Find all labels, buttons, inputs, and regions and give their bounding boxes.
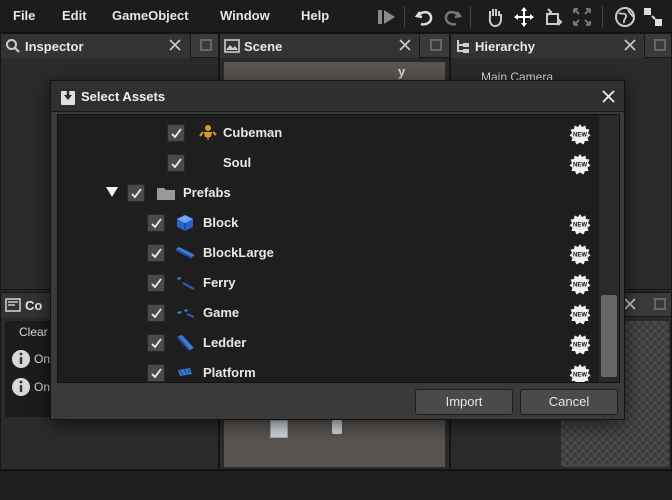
import-button[interactable]: Import — [415, 389, 513, 415]
close-icon[interactable] — [601, 89, 616, 104]
asset-row-ledder[interactable]: Ledder NEW — [58, 327, 598, 357]
checkbox[interactable] — [147, 364, 165, 382]
expand-triangle-icon[interactable] — [106, 187, 118, 198]
svg-text:NEW: NEW — [573, 343, 587, 349]
scrollbar-thumb[interactable] — [601, 295, 617, 377]
cancel-button[interactable]: Cancel — [520, 389, 618, 415]
asset-label: Ledder — [203, 335, 247, 350]
checkbox[interactable] — [147, 214, 165, 232]
asset-row-prefabs-folder[interactable]: Prefabs — [58, 177, 598, 207]
asset-label: Cubeman — [223, 125, 283, 140]
character-icon — [199, 125, 217, 141]
checkbox[interactable] — [167, 124, 185, 142]
asset-label: Game — [203, 305, 240, 320]
asset-row-cubeman[interactable]: Cubeman NEW — [58, 117, 598, 147]
new-badge-icon: NEW — [569, 274, 591, 295]
checkbox[interactable] — [167, 154, 185, 172]
prefab-icon — [178, 368, 192, 376]
new-badge-icon: NEW — [569, 214, 591, 235]
svg-text:NEW: NEW — [573, 373, 587, 379]
prefab-icon — [176, 247, 195, 259]
asset-row-blocklarge[interactable]: BlockLarge NEW — [58, 237, 598, 267]
asset-label: Ferry — [203, 275, 236, 290]
asset-row-game[interactable]: Game NEW — [58, 297, 598, 327]
svg-text:NEW: NEW — [573, 223, 587, 229]
svg-text:NEW: NEW — [573, 283, 587, 289]
new-badge-icon: NEW — [569, 334, 591, 355]
checkbox[interactable] — [147, 274, 165, 292]
new-badge-icon: NEW — [569, 304, 591, 325]
cube-icon — [177, 215, 193, 231]
asset-label: Block — [203, 215, 239, 230]
asset-label: BlockLarge — [203, 245, 274, 260]
asset-tree: Cubeman NEW Soul NEW Prefabs Block NEW B… — [57, 114, 620, 383]
checkbox[interactable] — [147, 244, 165, 262]
select-assets-dialog: Select Assets Cubeman NEW Soul NEW Prefa… — [50, 80, 625, 420]
asset-label: Soul — [223, 155, 252, 170]
dialog-titlebar: Select Assets — [51, 81, 624, 112]
dialog-title: Select Assets — [81, 89, 166, 104]
asset-label: Platform — [203, 365, 256, 380]
folder-icon — [157, 188, 175, 200]
checkbox[interactable] — [147, 334, 165, 352]
prefab-icon — [177, 277, 195, 290]
prefab-icon — [177, 335, 194, 351]
prefab-icon — [177, 309, 195, 318]
import-icon — [61, 89, 75, 105]
asset-row-block[interactable]: Block NEW — [58, 207, 598, 237]
asset-row-soul[interactable]: Soul NEW — [58, 147, 598, 177]
new-badge-icon: NEW — [569, 364, 591, 382]
svg-text:NEW: NEW — [573, 133, 587, 139]
asset-row-platform[interactable]: Platform NEW — [58, 357, 598, 382]
checkbox[interactable] — [127, 184, 145, 202]
modal-overlay: Select Assets Cubeman NEW Soul NEW Prefa… — [0, 0, 672, 500]
new-badge-icon: NEW — [569, 244, 591, 265]
svg-text:NEW: NEW — [573, 163, 587, 169]
svg-text:NEW: NEW — [573, 313, 587, 319]
checkbox[interactable] — [147, 304, 165, 322]
scrollbar[interactable] — [599, 115, 619, 382]
new-badge-icon: NEW — [569, 124, 591, 145]
new-badge-icon: NEW — [569, 154, 591, 175]
asset-row-ferry[interactable]: Ferry NEW — [58, 267, 598, 297]
asset-label: Prefabs — [183, 185, 231, 200]
svg-text:NEW: NEW — [573, 253, 587, 259]
